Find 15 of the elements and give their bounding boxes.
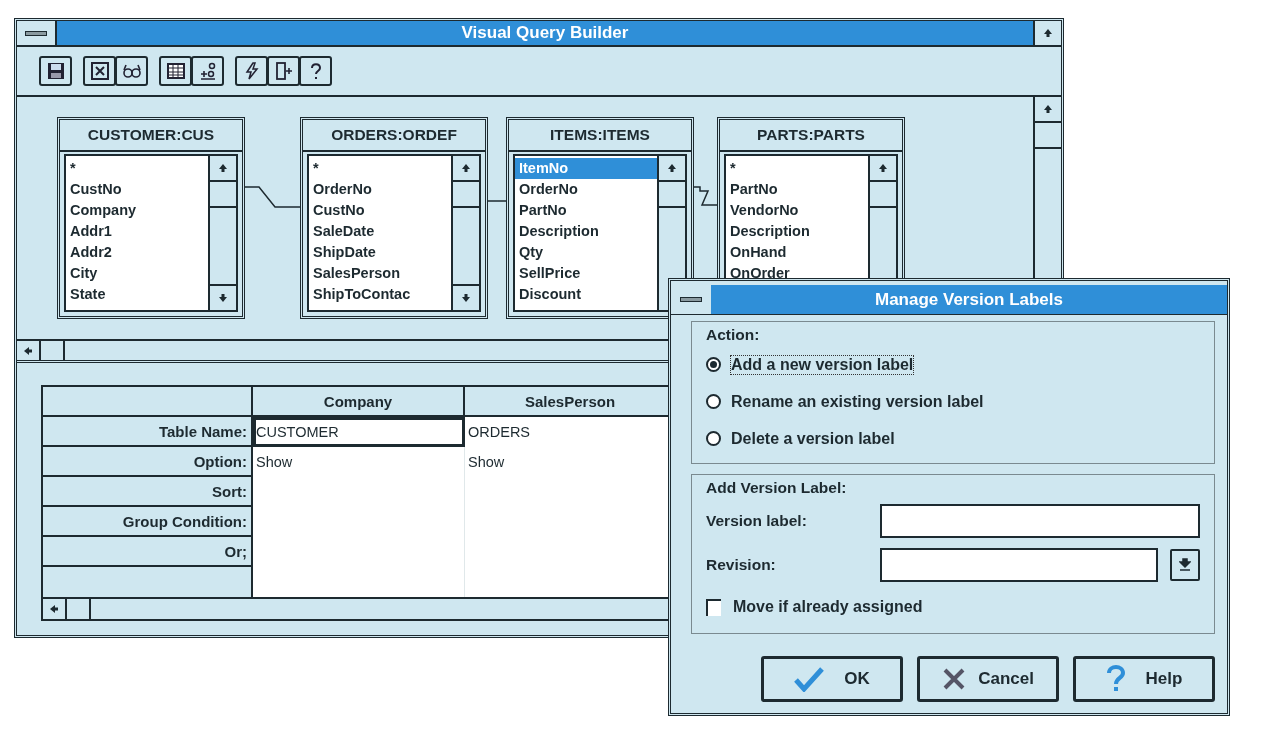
row-label: Table Name: — [43, 417, 253, 447]
row-label: Or; — [43, 537, 253, 567]
group-label: Add Version Label: — [706, 479, 848, 497]
window-title: Visual Query Builder — [57, 21, 1033, 45]
table-title: CUSTOMER:CUS — [60, 120, 242, 152]
dialog-title: Manage Version Labels — [711, 285, 1227, 314]
row-label: Sort: — [43, 477, 253, 507]
table-title: ITEMS:ITEMS — [509, 120, 691, 152]
group-label: Action: — [706, 326, 761, 344]
field-label: Revision: — [706, 556, 777, 574]
table-title: ORDERS:ORDEF — [303, 120, 485, 152]
row-label: Option: — [43, 447, 253, 477]
table-title: PARTS:PARTS — [720, 120, 902, 152]
row-label: Group Condition: — [43, 507, 253, 537]
field-label: Version label: — [706, 512, 808, 530]
